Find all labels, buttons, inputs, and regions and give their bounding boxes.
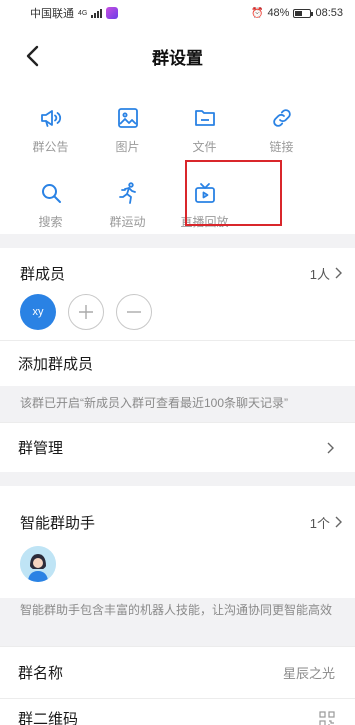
add-member-button[interactable] [68, 294, 104, 330]
alarm-icon: ⏰ [250, 7, 264, 19]
feature-search[interactable]: 搜索 [12, 181, 89, 256]
feature-grid: 群公告 图片 文件 链接 搜索 群运动 直播回放 [0, 86, 355, 234]
search-icon [41, 184, 61, 203]
members-header[interactable]: 群成员 1人 [20, 248, 343, 292]
avatar[interactable]: xy [20, 294, 56, 330]
feature-label: 文件 [192, 140, 217, 154]
group-name-value: 星辰之光 [282, 666, 335, 681]
remove-member-button[interactable] [116, 294, 152, 330]
chevron-right-icon [335, 267, 342, 279]
row-label: 群二维码 [18, 711, 79, 725]
clock: 08:53 [315, 7, 343, 19]
nav-bar: 群设置 [0, 26, 355, 86]
feature-label: 链接 [269, 140, 294, 154]
section-title: 智能群助手 [20, 514, 96, 532]
assistant-avatar[interactable] [20, 546, 56, 582]
row-label: 群管理 [18, 440, 64, 457]
assistant-header[interactable]: 智能群助手 1个 [20, 486, 343, 546]
chevron-right-icon [327, 442, 334, 453]
feature-label: 群运动 [109, 215, 146, 229]
assistant-description: 智能群助手包含丰富的机器人技能，让沟通协同更智能高效 [0, 598, 355, 646]
chevron-left-icon [26, 45, 39, 67]
qr-code-icon [319, 710, 335, 725]
feature-label: 群公告 [32, 140, 69, 154]
highlight-annotation [185, 160, 282, 226]
row-label: 群名称 [18, 665, 64, 682]
assistant-bot-icon [20, 546, 56, 582]
folder-icon [194, 110, 215, 126]
chevron-right-icon [335, 516, 342, 528]
group-qr-row[interactable]: 群二维码 [0, 698, 355, 725]
assistant-section: 智能群助手 1个 [0, 486, 355, 598]
image-icon [117, 108, 138, 128]
carrier-label: 中国联通 [30, 8, 74, 20]
app-notification-icon [106, 7, 119, 19]
member-count: 1人 [309, 266, 330, 282]
battery-icon [293, 8, 314, 18]
row-label: 添加群成员 [18, 356, 94, 373]
signal-icon [91, 8, 103, 18]
feature-label: 搜索 [38, 215, 63, 229]
feature-announcement[interactable]: 群公告 [12, 106, 89, 181]
running-icon [118, 182, 136, 204]
members-section: 群成员 1人 xy [0, 248, 355, 340]
status-bar: 中国联通 4G ⏰ 48% 08:53 [0, 0, 355, 26]
group-name-row[interactable]: 群名称 星辰之光 [0, 646, 355, 698]
network-label: 4G [78, 9, 88, 17]
section-title: 群成员 [20, 265, 66, 283]
add-member-row[interactable]: 添加群成员 [0, 340, 355, 386]
link-icon [272, 109, 291, 127]
history-notice: 该群已开启“新成员入群可查看最近100条聊天记录” [0, 386, 355, 422]
back-button[interactable] [18, 42, 46, 70]
feature-sports[interactable]: 群运动 [89, 181, 166, 256]
megaphone-icon [40, 110, 61, 127]
battery-percent: 48% [267, 7, 290, 19]
plus-icon [79, 305, 93, 319]
feature-label: 图片 [115, 140, 140, 154]
minus-icon [127, 311, 141, 313]
assistant-count: 1个 [309, 515, 330, 531]
feature-images[interactable]: 图片 [89, 106, 166, 181]
group-manage-row[interactable]: 群管理 [0, 422, 355, 472]
page-title: 群设置 [152, 48, 203, 68]
